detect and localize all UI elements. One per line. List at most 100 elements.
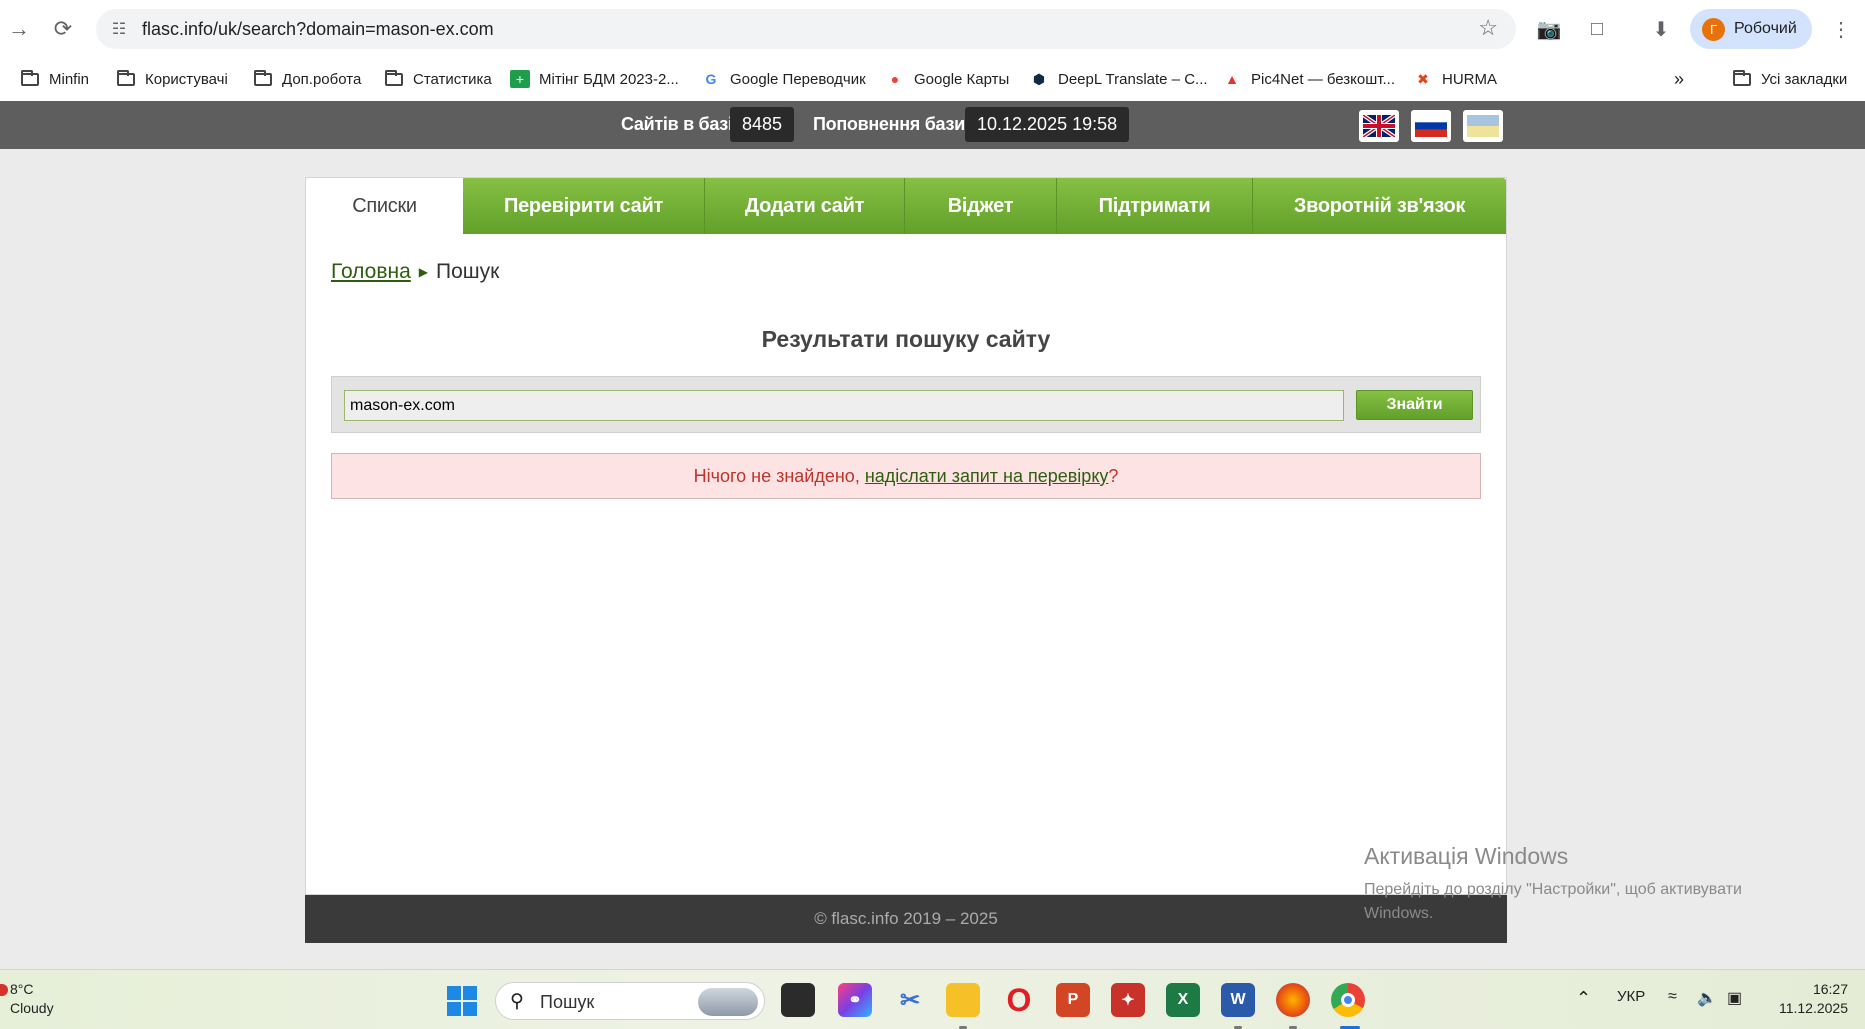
address-row: → ⟳ ☷ flasc.info/uk/search?domain=mason-… (0, 0, 1865, 58)
acrobat-icon[interactable]: ✦ (1111, 983, 1145, 1017)
tab-feedback[interactable]: Зворотній зв'язок (1253, 178, 1506, 234)
extensions-icon[interactable]: □ (1582, 14, 1612, 44)
bookmark-item[interactable]: ● Google Карты (885, 66, 1010, 92)
flag-ru-icon[interactable] (1411, 110, 1451, 142)
tab-add-site[interactable]: Додати сайт (705, 178, 905, 234)
download-icon[interactable]: ⬇ (1646, 14, 1676, 44)
browser-chrome: → ⟳ ☷ flasc.info/uk/search?domain=mason-… (0, 0, 1865, 101)
google-maps-icon: ● (890, 71, 900, 87)
bookmark-item[interactable]: Статистика (384, 66, 492, 92)
volume-icon[interactable]: 🔈 (1697, 988, 1717, 1008)
activation-text: Перейдіть до розділу "Настройки", щоб ак… (1364, 881, 1742, 922)
search-button[interactable]: Знайти (1356, 390, 1473, 420)
flag-ua-icon[interactable] (1463, 110, 1503, 142)
bookmark-item[interactable]: Користувачі (116, 66, 228, 92)
tab-lists[interactable]: Списки (306, 178, 463, 234)
powerpoint-icon[interactable]: P (1056, 983, 1090, 1017)
bookmark-label: Статистика (413, 70, 492, 88)
bookmark-item[interactable]: ▲ Pic4Net — безкошт... (1222, 66, 1395, 92)
url-text[interactable]: flasc.info/uk/search?domain=mason-ex.com (142, 19, 494, 40)
bookmark-label: HURMA (1442, 70, 1497, 88)
profile-name: Робочий (1734, 20, 1797, 37)
clock-time: 16:27 (1812, 981, 1848, 997)
chrome-icon[interactable] (1331, 983, 1365, 1017)
profile-button[interactable]: Г Робочий (1690, 9, 1812, 49)
menu-icon[interactable]: ⋮ (1826, 14, 1856, 44)
windows-start-icon[interactable] (447, 986, 477, 1016)
wifi-icon[interactable]: ≈ (1668, 988, 1677, 1006)
address-bar[interactable]: ☷ flasc.info/uk/search?domain=mason-ex.c… (96, 9, 1516, 49)
excel-icon[interactable]: X (1166, 983, 1200, 1017)
activation-title: Активація Windows (1364, 843, 1569, 869)
bookmark-item[interactable]: ✖ HURMA (1413, 66, 1497, 92)
reload-icon[interactable]: ⟳ (46, 12, 80, 46)
weather-desc: Cloudy (10, 1000, 54, 1016)
update-date-value: 10.12.2025 19:58 (965, 107, 1130, 142)
flag-uk-icon[interactable] (1359, 110, 1399, 142)
file-explorer-icon[interactable] (946, 983, 980, 1017)
language-indicator[interactable]: УКР (1617, 988, 1645, 1005)
site-header: Сайтів в базі 8485 Поповнення бази 10.12… (0, 101, 1865, 149)
chevron-up-icon[interactable]: ⌃ (1576, 988, 1591, 1009)
forward-icon[interactable]: → (2, 12, 36, 46)
search-form: Знайти (331, 376, 1481, 433)
tab-support[interactable]: Підтримати (1057, 178, 1253, 234)
clock[interactable]: 16:27 11.12.2025 (1768, 980, 1848, 1018)
update-label: Поповнення бази (813, 114, 965, 134)
pic4net-icon: ▲ (1225, 71, 1239, 87)
firefox-icon[interactable] (1276, 983, 1310, 1017)
bookmark-label: Google Карты (914, 70, 1010, 88)
not-found-suffix: ? (1108, 466, 1119, 486)
sites-count-label: Сайтів в базі (621, 114, 733, 134)
creative-cloud-icon[interactable]: ⚭ (838, 983, 872, 1017)
site-footer: © flasc.info 2019 – 2025 (305, 895, 1507, 943)
snipping-tool-icon[interactable]: ✂ (893, 983, 927, 1017)
breadcrumb-current: Пошук (436, 260, 500, 283)
bookmark-item[interactable]: ⬢ DeepL Translate – C... (1029, 66, 1208, 92)
site-info-icon[interactable]: ☷ (108, 18, 130, 40)
bookmark-item[interactable]: Доп.робота (253, 66, 361, 92)
folder-icon (384, 69, 404, 88)
weather-temp: 8°C (10, 981, 34, 997)
folder-icon (1732, 69, 1752, 88)
deepl-icon: ⬢ (1032, 70, 1046, 87)
tab-widget[interactable]: Віджет (905, 178, 1057, 234)
bookmark-label: Усі закладки (1761, 70, 1848, 88)
chevron-right-icon: ▶ (418, 265, 429, 279)
taskbar-search[interactable]: ⚲ Пошук (495, 982, 765, 1020)
bookmark-item[interactable]: G Google Переводчик (701, 66, 866, 92)
taskbar: 8°C Cloudy ⚲ Пошук ⚭ ✂ O P ✦ X W ⌃ УКР ≈… (0, 969, 1865, 1029)
search-input[interactable] (344, 390, 1344, 421)
task-view-icon[interactable] (781, 983, 815, 1017)
request-check-link[interactable]: надіслати запит на перевірку (865, 466, 1109, 486)
folder-icon (20, 69, 40, 88)
bookmark-label: DeepL Translate – C... (1058, 70, 1208, 88)
bookmark-label: Minfin (49, 70, 90, 88)
bookmark-label: Google Переводчик (730, 70, 866, 88)
not-found-text: Нічого не знайдено, (693, 466, 865, 486)
bookmark-item[interactable]: + Мітінг БДМ 2023-2... (510, 66, 679, 92)
main-nav: Списки Перевірити сайт Додати сайт Відже… (306, 178, 1506, 234)
opera-icon[interactable]: O (1002, 982, 1036, 1018)
battery-icon[interactable]: ▣ (1727, 988, 1742, 1008)
all-bookmarks-button[interactable]: Усі закладки (1732, 66, 1847, 92)
more-bookmarks-icon[interactable]: » (1674, 66, 1684, 92)
bookmark-item[interactable]: Minfin (20, 66, 89, 92)
main-card: Списки Перевірити сайт Додати сайт Відже… (305, 177, 1507, 895)
camera-icon[interactable]: 📷 (1534, 14, 1564, 44)
bookmark-label: Мітінг БДМ 2023-2... (539, 70, 679, 88)
bookmark-star-icon[interactable]: ☆ (1478, 15, 1498, 41)
weather-widget[interactable]: 8°C Cloudy (0, 980, 54, 1018)
breadcrumb-home-link[interactable]: Головна (331, 260, 411, 284)
tab-check-site[interactable]: Перевірити сайт (463, 178, 705, 234)
sheets-icon: + (510, 70, 530, 88)
bookmark-label: Pic4Net — безкошт... (1251, 70, 1395, 88)
bookmark-label: Доп.робота (282, 70, 362, 88)
search-highlight-image (698, 988, 758, 1016)
word-icon[interactable]: W (1221, 983, 1255, 1017)
sites-count-value: 8485 (730, 107, 795, 142)
search-icon: ⚲ (510, 991, 524, 1012)
avatar: Г (1702, 18, 1725, 41)
page-title: Результати пошуку сайту (761, 326, 1051, 352)
activation-watermark: Активація Windows Перейдіть до розділу "… (1364, 843, 1804, 926)
